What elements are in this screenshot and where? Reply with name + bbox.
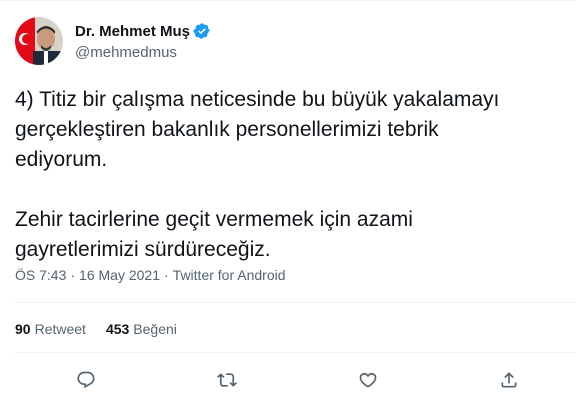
reply-button[interactable] <box>74 368 98 392</box>
like-label: Beğeni <box>133 321 177 337</box>
meta-separator: · <box>70 267 76 283</box>
share-button[interactable] <box>497 368 521 392</box>
tweet-stats: 90 Retweet 453 Beğeni <box>15 321 197 337</box>
tweet-text-line: ediyorum. <box>15 148 108 171</box>
tweet-text-line: gayretlerimizi sürdüreceğiz. <box>15 238 271 261</box>
meta-separator: · <box>164 267 169 283</box>
like-button[interactable] <box>356 368 380 392</box>
retweet-count: 90 <box>15 321 31 337</box>
tweet-header: Dr. Mehmet Muş @mehmedmus <box>15 15 211 67</box>
like-stat[interactable]: 453 Beğeni <box>106 321 177 337</box>
author-names: Dr. Mehmet Muş @mehmedmus <box>75 21 211 61</box>
author-handle[interactable]: @mehmedmus <box>75 44 211 61</box>
divider <box>15 352 576 353</box>
avatar-image <box>15 17 63 65</box>
reply-icon <box>77 371 95 389</box>
divider <box>15 302 576 303</box>
retweet-button[interactable] <box>215 368 239 392</box>
like-count: 453 <box>105 321 130 337</box>
tweet-date[interactable]: 16 May 2021 <box>79 267 160 283</box>
like-icon <box>359 372 377 388</box>
tweet-text: 4) Titiz bir çalışma neticesinde bu büyü… <box>15 85 563 265</box>
tweet-text-line: Zehir tacirlerine geçit vermemek için az… <box>15 208 413 231</box>
display-name[interactable]: Dr. Mehmet Muş <box>75 23 190 40</box>
avatar[interactable] <box>15 17 63 65</box>
retweet-icon <box>217 373 237 387</box>
tweet-source[interactable]: Twitter for Android <box>173 267 286 283</box>
retweet-stat[interactable]: 90 Retweet <box>15 321 86 337</box>
tweet-meta: ÖS 7:43 · 16 May 2021 · Twitter for Andr… <box>15 267 286 283</box>
share-icon <box>501 372 517 388</box>
verified-badge-icon <box>193 22 211 40</box>
tweet-card: Dr. Mehmet Muş @mehmedmus 4) Titiz bir ç… <box>0 0 576 409</box>
tweet-time[interactable]: ÖS 7:43 <box>15 267 66 283</box>
tweet-text-line: 4) Titiz bir çalışma neticesinde bu büyü… <box>15 88 500 111</box>
display-name-row: Dr. Mehmet Muş <box>75 21 211 41</box>
retweet-label: Retweet <box>34 321 86 337</box>
tweet-actions <box>0 365 576 395</box>
tweet-text-line: gerçekleştiren bakanlık personellerimizi… <box>15 118 439 141</box>
